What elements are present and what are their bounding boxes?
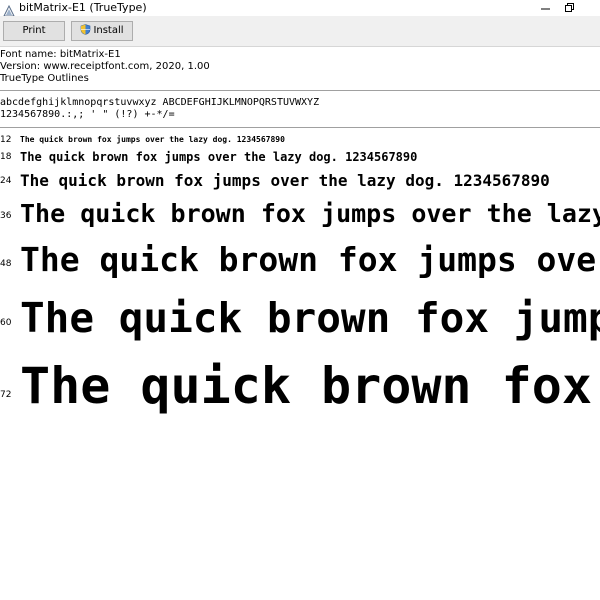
sample-size-label: 36	[0, 211, 12, 221]
sample-size-label: 48	[0, 259, 12, 269]
charset-letters: abcdefghijklmnopqrstuvwxyz ABCDEFGHIJKLM…	[0, 97, 320, 108]
sample-row-48: 48 The quick brown fox jumps over the la…	[0, 238, 600, 284]
sample-row-12: 12 The quick brown fox jumps over the la…	[0, 133, 600, 147]
sample-text: The quick brown fox jumps over the lazy …	[20, 135, 285, 144]
restore-button[interactable]	[556, 0, 584, 16]
sample-row-18: 18 The quick brown fox jumps over the la…	[0, 147, 600, 167]
sample-size-label: 18	[0, 152, 12, 162]
separator-info	[0, 90, 600, 91]
font-name-text: Font name: bitMatrix-E1	[0, 49, 121, 60]
sample-size-label: 60	[0, 318, 12, 328]
sample-text: The quick brown fox jumps over the lazy …	[20, 199, 600, 228]
print-button[interactable]: Print	[3, 21, 65, 41]
sample-row-60: 60 The quick brown fox jumps over the la…	[0, 290, 600, 350]
window-title: bitMatrix-E1 (TrueType)	[19, 1, 147, 14]
font-viewer-window: bitMatrix-E1 (TrueType) Print Install Fo…	[0, 0, 600, 600]
font-outline-text: TrueType Outlines	[0, 73, 89, 84]
sample-text: The quick brown fox jumps over the lazy …	[20, 240, 600, 279]
sample-size-label: 12	[0, 135, 12, 145]
separator-charset	[0, 127, 600, 128]
uac-shield-icon	[80, 23, 91, 35]
title-bar[interactable]: bitMatrix-E1 (TrueType)	[0, 0, 600, 17]
sample-text: The quick brown fox jumps over the lazy …	[20, 171, 550, 190]
character-set: abcdefghijklmnopqrstuvwxyz ABCDEFGHIJKLM…	[0, 97, 319, 121]
font-file-icon	[3, 2, 15, 17]
install-button-label: Install	[93, 25, 124, 36]
font-version-text: Version: www.receiptfont.com, 2020, 1.00	[0, 61, 210, 72]
sample-row-36: 36 The quick brown fox jumps over the la…	[0, 197, 600, 233]
sample-size-label: 72	[0, 390, 12, 400]
sample-size-label: 24	[0, 176, 12, 186]
sample-text: The quick brown fox jumps over the lazy …	[20, 150, 418, 164]
print-button-label: Print	[22, 25, 46, 36]
sample-row-24: 24 The quick brown fox jumps over the la…	[0, 168, 600, 194]
sample-text: The quick brown fox jumps over the lazy …	[20, 294, 600, 342]
install-button[interactable]: Install	[71, 21, 133, 41]
font-info: Font name: bitMatrix-E1 Version: www.rec…	[0, 49, 210, 85]
sample-text: The quick brown fox jumps over the lazy …	[20, 357, 600, 415]
charset-symbols: 1234567890.:,; ' " (!?) +-*/=	[0, 109, 175, 120]
toolbar: Print Install	[0, 16, 600, 47]
sample-row-72: 72 The quick brown fox jumps over the la…	[0, 355, 600, 427]
